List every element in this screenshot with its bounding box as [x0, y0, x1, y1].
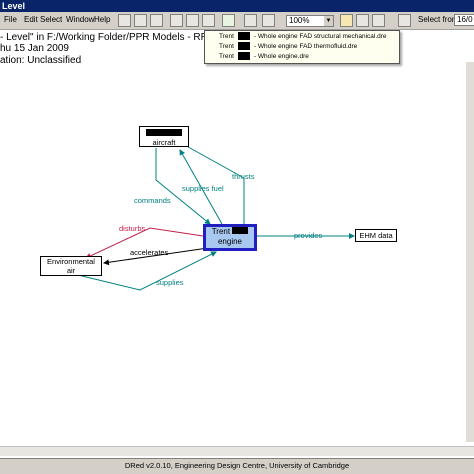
label-disturbs: disturbs — [119, 224, 146, 233]
label-commands: commands — [134, 196, 171, 205]
file-list-popup: Trent - Whole engine FAD structural mecha… — [204, 30, 400, 64]
popup-item-prefix: Trent — [219, 43, 234, 50]
node-aircraft-label: aircraft — [152, 138, 176, 147]
popup-item[interactable]: Trent - Whole engine FAD thermofluid.dre — [219, 42, 357, 51]
node-ehm-label: EHM data — [359, 231, 393, 240]
node-environmental-air[interactable]: Environmental air — [40, 256, 102, 276]
popup-item-prefix: Trent — [219, 53, 234, 60]
redacted-label — [232, 227, 249, 234]
node-env-line2: air — [66, 266, 76, 275]
vertical-scrollbar[interactable] — [466, 62, 474, 442]
popup-item-text: - Whole engine FAD structural mechanical… — [253, 33, 387, 40]
status-bar: DRed v2.0.10, Engineering Design Centre,… — [0, 458, 474, 474]
label-thrusts: thrusts — [232, 172, 255, 181]
popup-item[interactable]: Trent - Whole engine FAD structural mecha… — [219, 32, 387, 41]
node-trent-engine[interactable]: Trent engine — [203, 224, 257, 251]
node-ehm-data[interactable]: EHM data — [355, 229, 397, 242]
label-supplies: supplies — [156, 278, 184, 287]
status-text: DRed v2.0.10, Engineering Design Centre,… — [124, 461, 350, 470]
redacted-label — [237, 32, 250, 41]
popup-item[interactable]: Trent - Whole engine.dre — [219, 52, 309, 61]
label-provides: provides — [294, 231, 323, 240]
node-env-line1: Environmental — [47, 257, 95, 266]
horizontal-scrollbar[interactable] — [0, 446, 474, 456]
label-accelerates: accelerates — [130, 248, 169, 257]
redacted-label — [146, 129, 182, 136]
popup-item-text: - Whole engine FAD thermofluid.dre — [253, 43, 358, 50]
popup-item-text: - Whole engine.dre — [253, 53, 309, 60]
edge-thrusts — [171, 137, 245, 224]
node-trent-line1: Trent — [211, 227, 231, 236]
label-supplies-fuel: supplies fuel — [182, 184, 224, 193]
redacted-label — [237, 42, 250, 51]
node-trent-line2: engine — [217, 237, 243, 246]
redacted-label — [237, 52, 250, 61]
popup-item-prefix: Trent — [219, 33, 234, 40]
node-aircraft[interactable]: aircraft — [139, 126, 189, 147]
